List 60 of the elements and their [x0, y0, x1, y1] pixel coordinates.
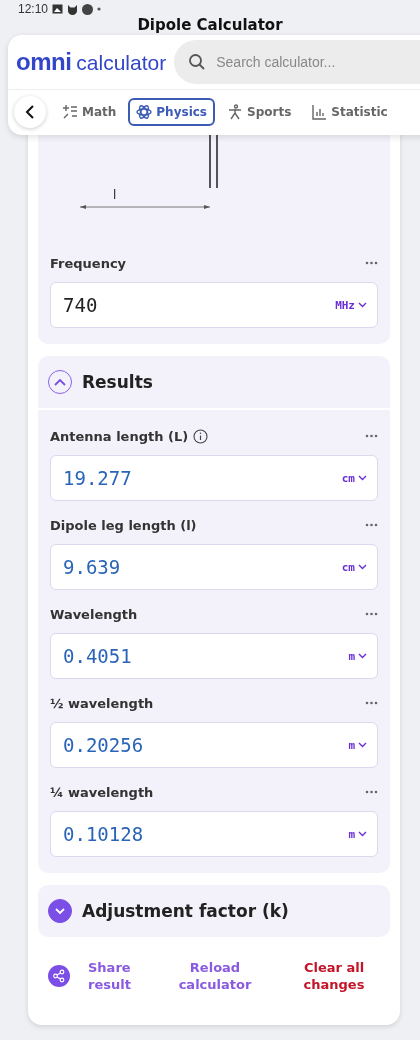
collapse-toggle-button[interactable]	[48, 899, 72, 923]
app-icon	[82, 3, 94, 15]
unit-dropdown[interactable]: m	[348, 649, 367, 663]
info-icon[interactable]	[193, 428, 209, 444]
unit-dropdown[interactable]: cm	[341, 471, 367, 485]
more-options-icon[interactable]	[365, 790, 378, 794]
result-field[interactable]: 0.20256 m	[50, 722, 378, 768]
unit-dropdown[interactable]: m	[348, 738, 367, 752]
bar-chart-icon	[311, 104, 328, 120]
result-field[interactable]: 9.639 cm	[50, 544, 378, 590]
share-button[interactable]: Share result	[88, 959, 148, 993]
status-time: 12:10	[18, 2, 49, 16]
input-field[interactable]: 740 MHz	[50, 282, 378, 328]
search-icon	[188, 53, 207, 71]
result-field[interactable]: 0.4051 m	[50, 633, 378, 679]
back-icon	[24, 104, 36, 120]
page-title: Dipole Calculator	[136, 17, 284, 33]
field-label: Dipole leg length (l)	[50, 517, 197, 533]
more-options-icon[interactable]	[365, 701, 378, 705]
section-title: Results	[82, 372, 153, 392]
field-label: ¼ wavelength	[50, 784, 154, 800]
result-field[interactable]: 19.277 cm	[50, 455, 378, 501]
category-tab[interactable]: Statistic	[303, 98, 396, 126]
section-title: Adjustment factor (k)	[82, 901, 289, 921]
clear-button[interactable]: Clear all changes	[294, 959, 374, 993]
dot-icon	[97, 7, 102, 11]
field-label: Wavelength	[50, 606, 138, 622]
collapse-toggle-button[interactable]	[48, 370, 72, 394]
more-options-icon[interactable]	[365, 261, 378, 265]
field-label: Antenna length (L)	[50, 428, 189, 444]
reload-button[interactable]: Reload calculator	[170, 959, 260, 993]
cat-icon	[67, 3, 79, 15]
more-options-icon[interactable]	[365, 612, 378, 616]
omni-logo[interactable]: omni calculator	[16, 48, 167, 76]
caret-icon	[358, 653, 367, 659]
more-options-icon[interactable]	[365, 434, 378, 438]
runner-icon	[227, 104, 243, 120]
unit-dropdown[interactable]: cm	[341, 560, 367, 574]
result-field[interactable]: 0.10128 m	[50, 811, 378, 857]
chevron-icon	[53, 906, 67, 916]
caret-icon	[358, 831, 367, 837]
math-icon	[62, 104, 78, 120]
category-tab[interactable]: Sports	[219, 98, 300, 126]
unit-dropdown[interactable]: m	[348, 827, 367, 841]
field-label: Frequency	[50, 255, 127, 271]
caret-icon	[358, 475, 367, 481]
back-button[interactable]	[14, 96, 46, 128]
unit-dropdown[interactable]: MHz	[335, 298, 367, 312]
caret-icon	[358, 564, 367, 570]
atom-icon	[136, 104, 153, 120]
chevron-icon	[53, 377, 67, 387]
caret-icon	[358, 742, 367, 748]
gallery-icon	[52, 4, 64, 14]
share-icon[interactable]	[48, 965, 70, 987]
search-field[interactable]: Search calculator...	[174, 40, 420, 84]
category-tab[interactable]: Math	[54, 98, 125, 126]
category-tab[interactable]: Physics	[128, 98, 215, 126]
more-options-icon[interactable]	[365, 523, 378, 527]
field-label: ½ wavelength	[50, 695, 154, 711]
caret-icon	[358, 302, 367, 308]
